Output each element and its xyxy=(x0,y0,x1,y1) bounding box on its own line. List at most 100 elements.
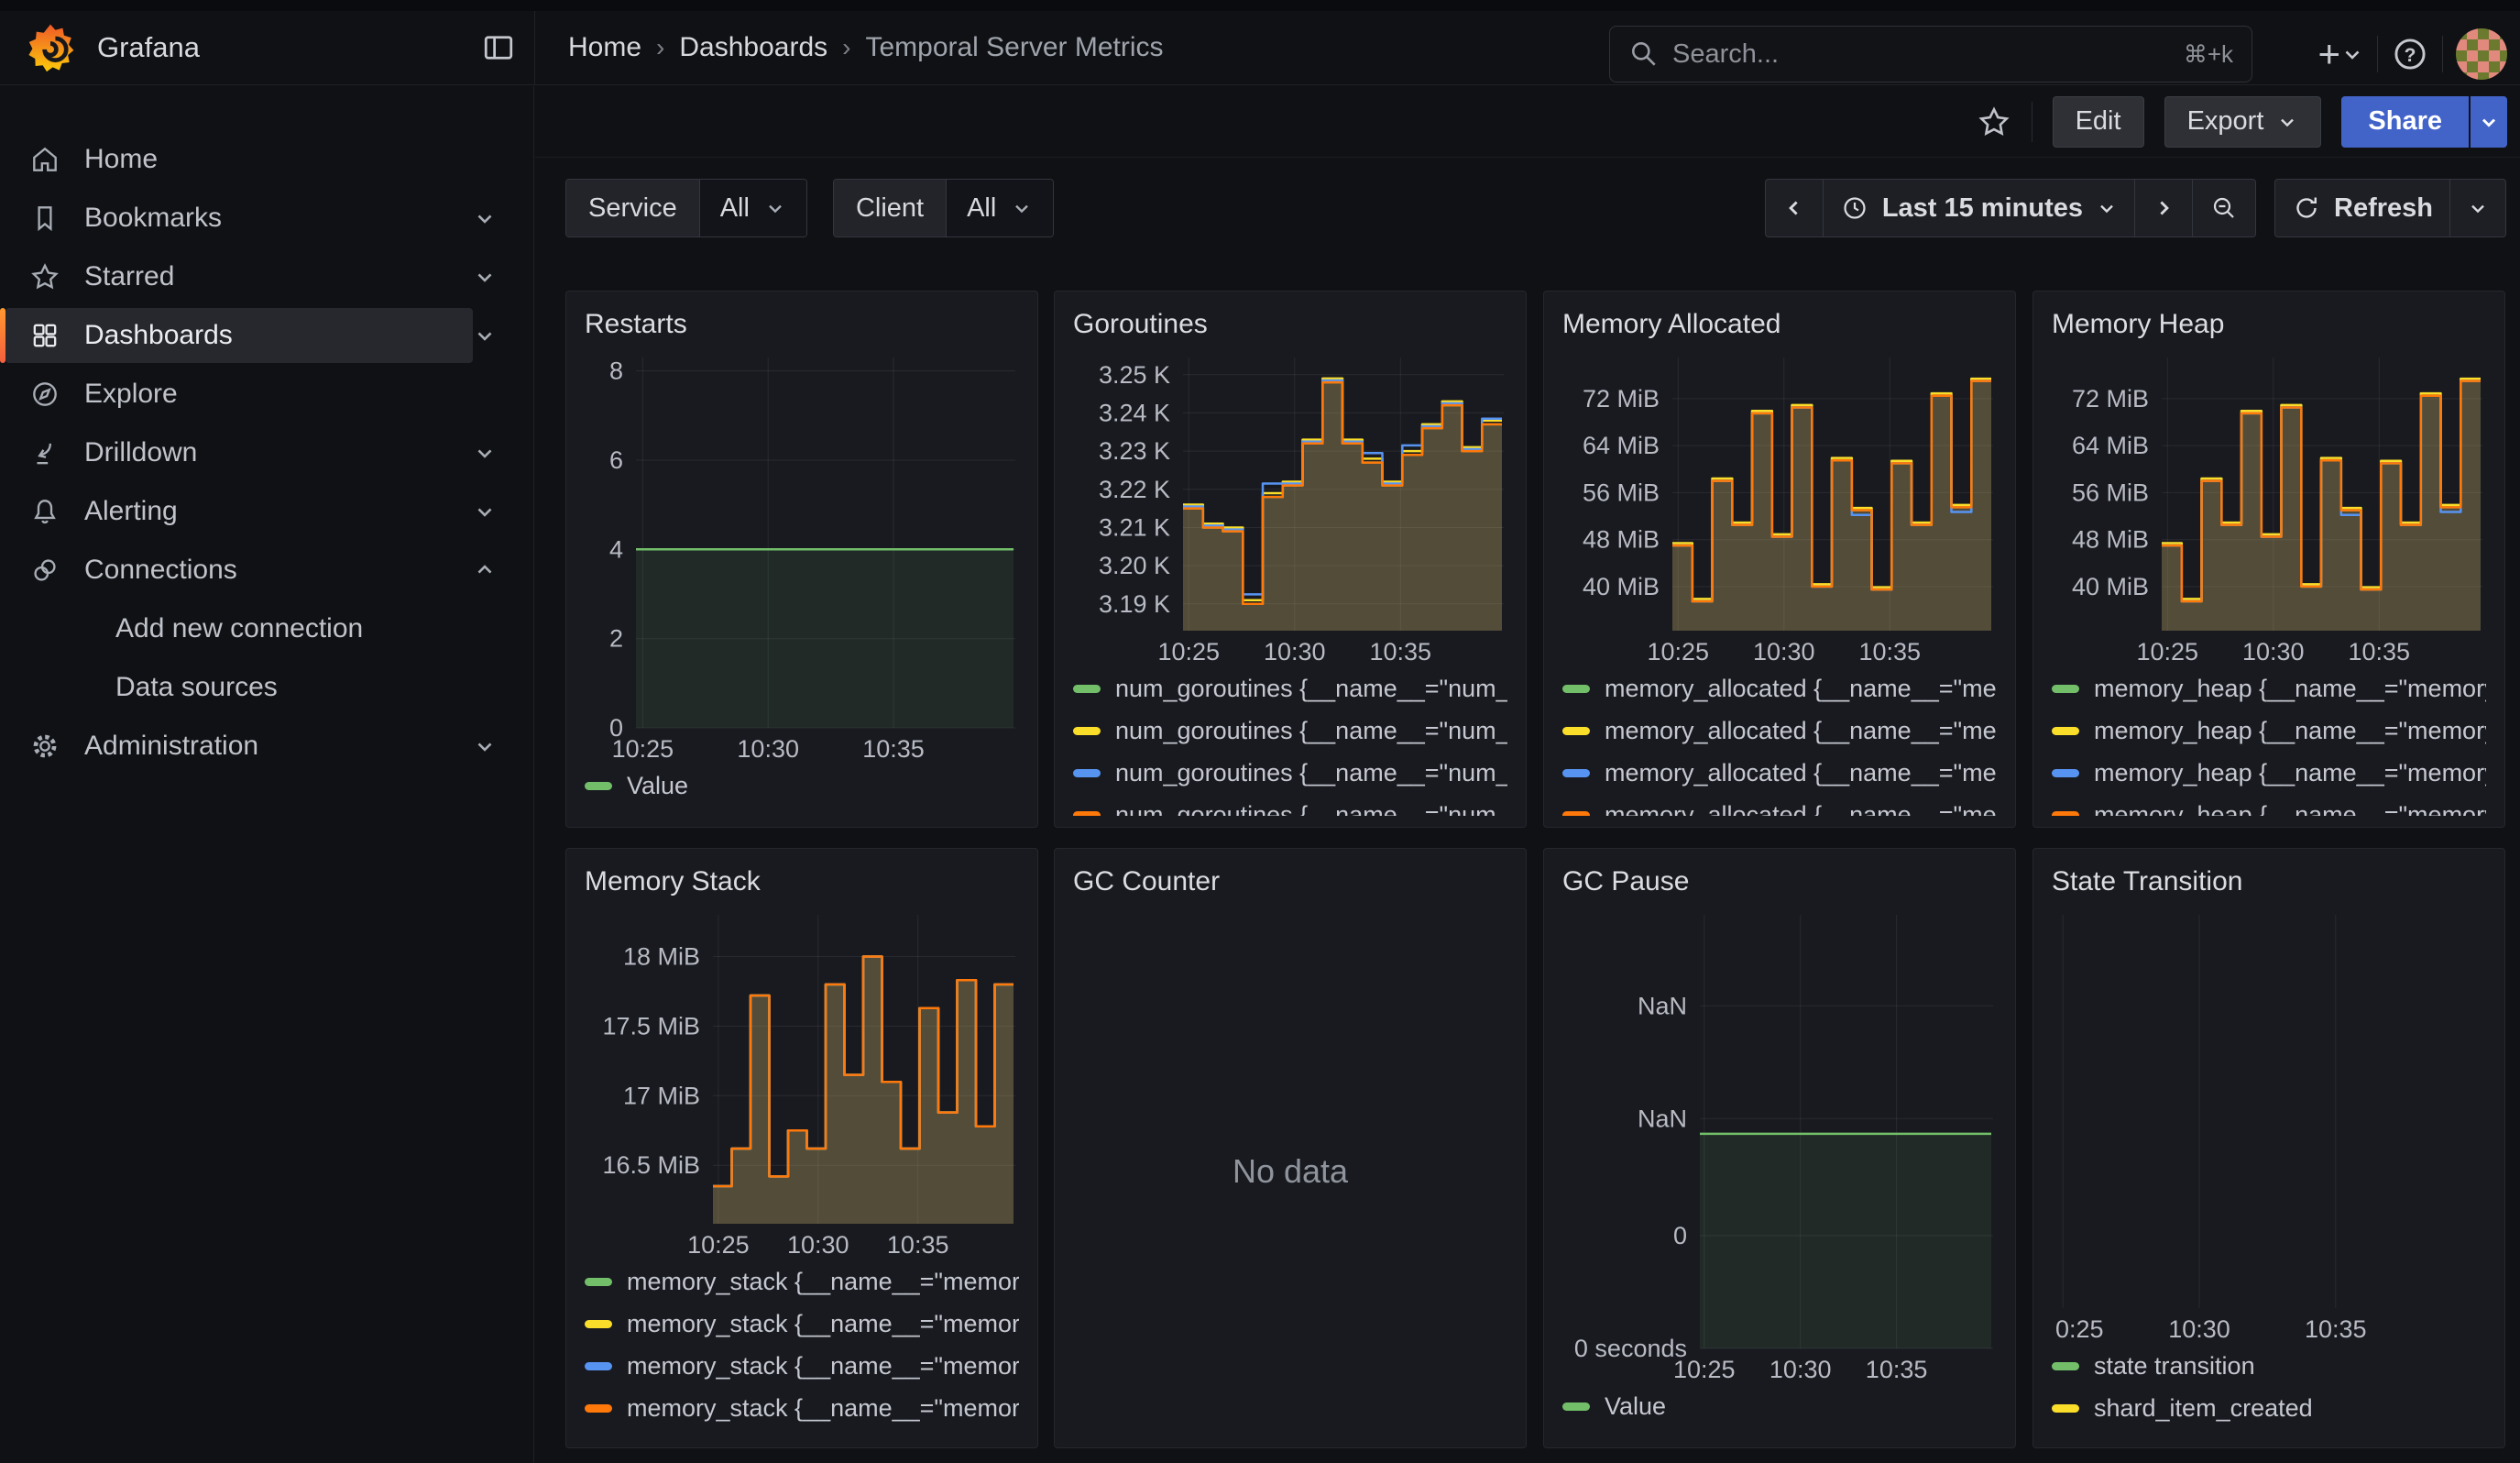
panel-gc-pause: GC Pause NaNNaN00 seconds10:2510:3010:35… xyxy=(1543,848,2016,1448)
search-input[interactable]: Search... ⌘+k xyxy=(1609,26,2252,82)
panel-title[interactable]: Goroutines xyxy=(1073,301,1507,348)
svg-text:16.5 MiB: 16.5 MiB xyxy=(602,1151,700,1179)
header-actions: + ? xyxy=(2317,26,2507,82)
chart-restarts[interactable]: 0246810:2510:3010:35 xyxy=(585,348,1019,764)
legend-item[interactable]: memory_heap {__name__="memory_h xyxy=(2052,794,2486,816)
svg-text:0: 0 xyxy=(1673,1222,1687,1249)
sidebar-item-explore[interactable]: Explore xyxy=(0,365,533,424)
share-menu-button[interactable] xyxy=(2471,96,2507,148)
panel-title[interactable]: Restarts xyxy=(585,301,1019,348)
svg-text:18 MiB: 18 MiB xyxy=(623,943,700,971)
legend-item[interactable]: memory_stack {__name__="memory_s xyxy=(585,1387,1019,1429)
chart-gc-pause[interactable]: NaNNaN00 seconds10:2510:3010:35 xyxy=(1562,906,1997,1385)
top-header: Grafana Home › Dashboards › Temporal Ser… xyxy=(0,11,2520,85)
time-shift-back-button[interactable] xyxy=(1766,180,1823,236)
sidebar-item-administration[interactable]: Administration xyxy=(0,717,533,776)
refresh-interval-button[interactable] xyxy=(2449,180,2505,236)
service-filter-label: Service xyxy=(566,180,699,236)
panel-title[interactable]: Memory Stack xyxy=(585,858,1019,906)
refresh-button[interactable]: Refresh xyxy=(2275,180,2449,236)
legend-item[interactable]: memory_allocated {__name__="memo xyxy=(1562,752,1997,794)
sidebar-toggle-icon[interactable] xyxy=(480,29,517,66)
legend-item[interactable]: shard_item_created xyxy=(2052,1387,2486,1429)
panel-title[interactable]: GC Counter xyxy=(1073,858,1507,906)
sidebar-item-starred[interactable]: Starred xyxy=(0,248,533,306)
breadcrumb-dashboards[interactable]: Dashboards xyxy=(679,32,827,63)
panel-title[interactable]: State Transition xyxy=(2052,858,2486,906)
svg-text:NaN: NaN xyxy=(1638,992,1687,1019)
chart-memory-allocated[interactable]: 40 MiB48 MiB56 MiB64 MiB72 MiB10:2510:30… xyxy=(1562,348,1997,667)
legend-item[interactable]: memory_allocated {__name__="memo xyxy=(1562,710,1997,752)
svg-text:56 MiB: 56 MiB xyxy=(1583,478,1660,506)
legend-item[interactable]: num_goroutines {__name__="num_go xyxy=(1073,667,1507,710)
svg-text:10:25: 10:25 xyxy=(1648,638,1710,666)
svg-text:17.5 MiB: 17.5 MiB xyxy=(602,1012,700,1040)
legend-item[interactable]: Value xyxy=(1562,1385,1997,1427)
edit-button[interactable]: Edit xyxy=(2053,96,2144,148)
time-range-picker[interactable]: Last 15 minutes xyxy=(1823,180,2134,236)
home-icon xyxy=(29,144,60,175)
chevron-down-icon xyxy=(2467,197,2489,219)
sidebar-item-label: Starred xyxy=(84,261,174,292)
legend-item[interactable]: memory_allocated {__name__="memo xyxy=(1562,794,1997,816)
refresh-icon xyxy=(2292,193,2321,223)
svg-text:17 MiB: 17 MiB xyxy=(623,1082,700,1109)
svg-text:40 MiB: 40 MiB xyxy=(2072,573,2149,600)
favorite-star-button[interactable] xyxy=(1977,104,2011,139)
sidebar-item-connections[interactable]: Connections xyxy=(0,541,533,600)
chart-memory-stack[interactable]: 16.5 MiB17 MiB17.5 MiB18 MiB10:2510:3010… xyxy=(585,906,1019,1260)
svg-text:10:35: 10:35 xyxy=(862,735,925,763)
avatar[interactable] xyxy=(2456,28,2507,80)
panel-state-transition: State Transition 0:2510:3010:35 state tr… xyxy=(2032,848,2505,1448)
help-button[interactable]: ? xyxy=(2391,35,2429,73)
legend-item[interactable]: memory_heap {__name__="memory_h xyxy=(2052,752,2486,794)
legend-item[interactable]: memory_stack {__name__="memory_s xyxy=(585,1260,1019,1303)
legend-swatch xyxy=(2052,685,2079,693)
brand-name: Grafana xyxy=(97,31,200,64)
svg-text:10:25: 10:25 xyxy=(2137,638,2199,666)
legend-item[interactable]: num_goroutines {__name__="num_go xyxy=(1073,752,1507,794)
legend-item[interactable]: memory_heap {__name__="memory_h xyxy=(2052,667,2486,710)
chart-memory-heap[interactable]: 40 MiB48 MiB56 MiB64 MiB72 MiB10:2510:30… xyxy=(2052,348,2486,667)
sidebar-active-indicator xyxy=(0,308,5,363)
svg-text:10:25: 10:25 xyxy=(1673,1356,1736,1383)
search-icon xyxy=(1628,38,1660,70)
share-button[interactable]: Share xyxy=(2341,96,2469,148)
client-filter-value[interactable]: All xyxy=(946,180,1053,236)
new-button[interactable]: + xyxy=(2317,35,2364,73)
chart-goroutines[interactable]: 3.19 K3.20 K3.21 K3.22 K3.23 K3.24 K3.25… xyxy=(1073,348,1507,667)
legend-item[interactable]: num_goroutines {__name__="num_go xyxy=(1073,794,1507,816)
legend-item[interactable]: Value xyxy=(585,764,1019,807)
chevron-down-icon xyxy=(473,265,497,289)
legend-swatch xyxy=(1562,1402,1590,1411)
zoom-out-button[interactable] xyxy=(2192,180,2255,236)
legend-item[interactable]: num_goroutines {__name__="num_go xyxy=(1073,710,1507,752)
panel-title[interactable]: GC Pause xyxy=(1562,858,1997,906)
export-button[interactable]: Export xyxy=(2164,96,2322,148)
sidebar-item-alerting[interactable]: Alerting xyxy=(0,482,533,541)
legend-item[interactable]: state transition xyxy=(2052,1345,2486,1387)
panel-title[interactable]: Memory Heap xyxy=(2052,301,2486,348)
time-shift-forward-button[interactable] xyxy=(2134,180,2192,236)
legend-label: memory_allocated {__name__="memo xyxy=(1605,717,1997,745)
legend-item[interactable]: memory_allocated {__name__="memo xyxy=(1562,667,1997,710)
sidebar-item-data-sources[interactable]: Data sources xyxy=(0,658,533,717)
legend: state transitionshard_item_created xyxy=(2052,1345,2486,1436)
sidebar-item-bookmarks[interactable]: Bookmarks xyxy=(0,189,533,248)
brand: Grafana xyxy=(0,21,458,74)
panel-title[interactable]: Memory Allocated xyxy=(1562,301,1997,348)
panel-restarts: Restarts 0246810:2510:3010:35 Value xyxy=(565,291,1038,828)
service-filter-value[interactable]: All xyxy=(699,180,806,236)
legend-item[interactable]: memory_stack {__name__="memory_s xyxy=(585,1345,1019,1387)
sidebar-item-drilldown[interactable]: Drilldown xyxy=(0,424,533,482)
legend-item[interactable]: memory_heap {__name__="memory_h xyxy=(2052,710,2486,752)
breadcrumb-home[interactable]: Home xyxy=(568,32,641,63)
sidebar-item-dashboards[interactable]: Dashboards xyxy=(0,306,533,365)
legend-item[interactable]: memory_stack {__name__="memory_s xyxy=(585,1303,1019,1345)
svg-text:4: 4 xyxy=(609,535,623,563)
chart-state-transition[interactable]: 0:2510:3010:35 xyxy=(2052,906,2486,1345)
legend: num_goroutines {__name__="num_gonum_goro… xyxy=(1073,667,1507,816)
sidebar-item-add-new-connection[interactable]: Add new connection xyxy=(0,600,533,658)
sidebar-item-home[interactable]: Home xyxy=(0,130,533,189)
grafana-logo-icon[interactable] xyxy=(24,21,77,74)
